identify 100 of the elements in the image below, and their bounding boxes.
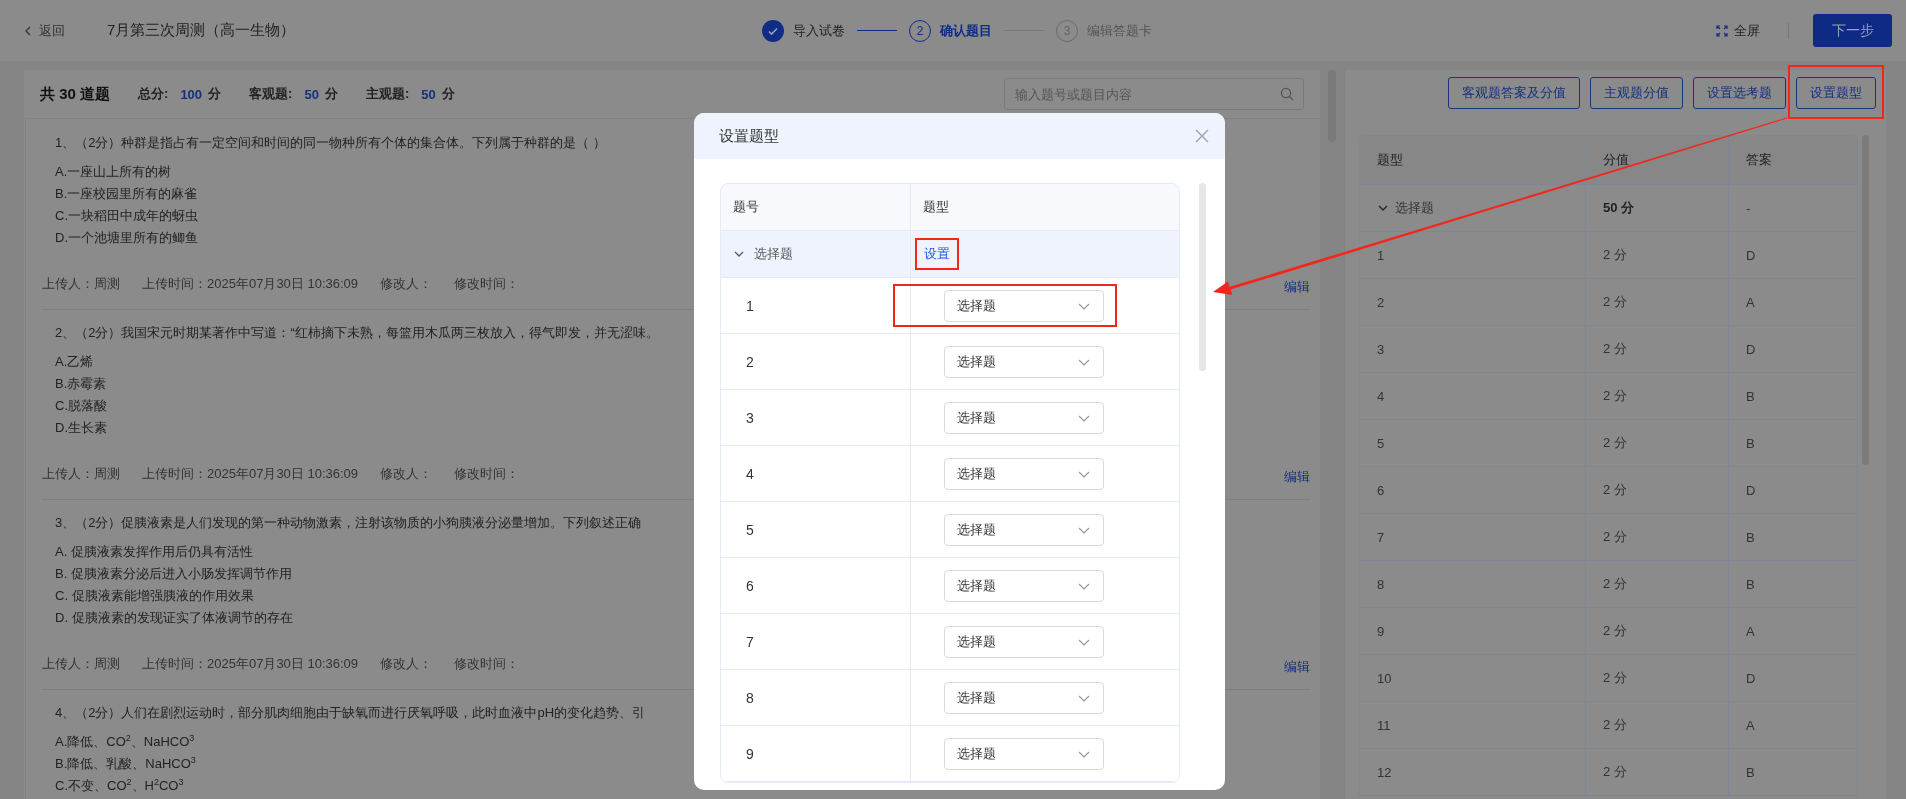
type-select[interactable]: 选择题 [944, 737, 1104, 770]
table-cell-text: B [1745, 387, 1756, 406]
question-number: 9 [721, 726, 911, 781]
question-number: 6 [721, 558, 911, 613]
meta-text: 修改人： [380, 275, 433, 293]
type-select[interactable]: 选择题 [944, 513, 1104, 546]
close-button[interactable] [1195, 129, 1209, 143]
meta-text: 上传时间：2025年07月30日 10:36:09 [142, 465, 359, 483]
group-name: 选择题 [754, 245, 793, 263]
toolbar-button[interactable]: 设置选考题 [1693, 77, 1786, 109]
table-cell-text: D [1745, 340, 1757, 359]
answer-option: B.降低、乳酸、NaHCO$^{3}$ [42, 753, 196, 775]
table-cell-text: B [1745, 434, 1756, 453]
table-cell: 2 分 [1586, 326, 1729, 372]
answer-option: C.脱落酸 [42, 395, 107, 417]
score-value: 50 [421, 86, 436, 102]
type-select[interactable]: 选择题 [943, 289, 1104, 322]
table-cell: 7 [1360, 514, 1586, 560]
table-cell: 11 [1360, 702, 1586, 748]
meta-text: 上传时间：2025年07月30日 10:36:09 [142, 275, 359, 293]
edit-link[interactable]: 编辑 [1284, 278, 1310, 296]
table-cell-text: B [1745, 575, 1756, 594]
meta-text: 上传时间：2025年07月30日 10:36:09 [142, 655, 359, 673]
meta-text: 修改时间： [454, 655, 520, 673]
expand-icon [1716, 24, 1728, 37]
table-cell: 8 [1360, 561, 1586, 607]
table-cell-text: B [1745, 763, 1756, 782]
table-cell: 10 [1360, 655, 1586, 701]
answer-option: A.降低、CO$^{2}$、NaHCO$^{3}$ [42, 731, 195, 753]
score-unit: 分 [208, 85, 222, 103]
table-cell: 2 分 [1586, 279, 1729, 325]
modal-title: 设置题型 [719, 126, 779, 146]
search-icon [1280, 87, 1294, 101]
scrollbar-thumb[interactable] [1199, 183, 1206, 371]
answer-option: D.生长素 [42, 417, 107, 439]
score-label: 主观题: [365, 85, 410, 103]
table-cell: 2 分 [1586, 702, 1729, 748]
table-cell-text: B [1745, 528, 1756, 547]
table-cell: 4 [1360, 373, 1586, 419]
answer-option: A.乙烯 [42, 351, 94, 373]
table-cell-text: A [1745, 622, 1756, 641]
question-number: 1 [721, 278, 911, 333]
table-cell: 6 [1360, 467, 1586, 513]
table-cell: 2 分 [1586, 420, 1729, 466]
meta-text: 上传人：周测 [42, 465, 120, 483]
next-button[interactable]: 下一步 [1813, 14, 1892, 47]
meta-text: 修改时间： [454, 275, 520, 293]
table-cell: 2 分 [1586, 467, 1729, 513]
question-text: 2、（2分）我国宋元时期某著作中写道：“红柿摘下未熟，每篮用木瓜两三枚放入，得气即发，并无涩味。 [54, 324, 659, 342]
toolbar-button[interactable]: 设置题型 [1796, 77, 1876, 109]
score-label: 客观题: [249, 85, 293, 103]
table-cell: 2 分 [1586, 514, 1729, 560]
table-cell-text: D [1745, 481, 1757, 500]
answer-option: C.不变、CO$^{2}$、H$^{2}$CO$^{3}$ [42, 775, 184, 797]
type-select[interactable]: 选择题 [944, 569, 1104, 602]
step-label: 确认题目 [940, 21, 992, 40]
question-total: 共 30 道题 [40, 84, 111, 104]
table-cell: 2 分 [1586, 655, 1729, 701]
answer-option: D. 促胰液素的发现证实了体液调节的存在 [42, 607, 293, 629]
question-number: 4 [721, 446, 911, 501]
question-number: 2 [721, 334, 911, 389]
step-label: 导入试卷 [793, 21, 845, 40]
table-cell: 2 分 [1586, 232, 1729, 278]
type-select[interactable]: 选择题 [944, 457, 1104, 490]
score-unit: 分 [324, 85, 338, 103]
page-title: 7月第三次周测（高一生物） [107, 21, 296, 40]
type-select[interactable]: 选择题 [944, 625, 1104, 658]
table-cell: 2 [1360, 279, 1586, 325]
score-value: 100 [180, 86, 203, 102]
close-icon [1195, 129, 1209, 143]
table-cell: 5 [1360, 420, 1586, 466]
column-header: 题号 [721, 184, 911, 230]
table-cell: 2 分 [1586, 561, 1729, 607]
question-number: 5 [721, 502, 911, 557]
group-name: 选择题 [1395, 199, 1434, 217]
type-select[interactable]: 选择题 [944, 401, 1104, 434]
edit-link[interactable]: 编辑 [1284, 468, 1310, 486]
fullscreen-button[interactable]: 全屏 [1716, 21, 1760, 40]
table-cell: 2 分 [1586, 749, 1729, 795]
back-link[interactable]: 返回 [22, 21, 65, 40]
type-select[interactable]: 选择题 [944, 345, 1104, 378]
score-value: 50 [304, 86, 319, 102]
question-number: 8 [721, 670, 911, 725]
table-cell: 3 [1360, 326, 1586, 372]
table-cell-text: D [1745, 669, 1757, 688]
table-cell: 9 [1360, 608, 1586, 654]
toolbar-button[interactable]: 主观题分值 [1590, 77, 1683, 109]
edit-link[interactable]: 编辑 [1284, 658, 1310, 676]
answer-option: C. 促胰液素能增强胰液的作用效果 [42, 585, 254, 607]
question-number: 3 [721, 390, 911, 445]
column-header: 答案 [1745, 151, 1773, 169]
toolbar-button[interactable]: 客观题答案及分值 [1448, 77, 1580, 109]
column-header: 题型 [922, 198, 950, 216]
set-link[interactable]: 设置 [920, 243, 954, 265]
answer-option: A. 促胰液素发挥作用后仍具有活性 [42, 541, 253, 563]
meta-text: 修改人： [380, 655, 433, 673]
score-label: 总分: [138, 85, 169, 103]
type-select[interactable]: 选择题 [944, 681, 1104, 714]
meta-text: 上传人：周测 [42, 655, 120, 673]
question-text: 4、（2分）人们在剧烈运动时，部分肌肉细胞由于缺氧而进行厌氧呼吸，此时血液中pH的变化趋势、引 [54, 704, 646, 722]
